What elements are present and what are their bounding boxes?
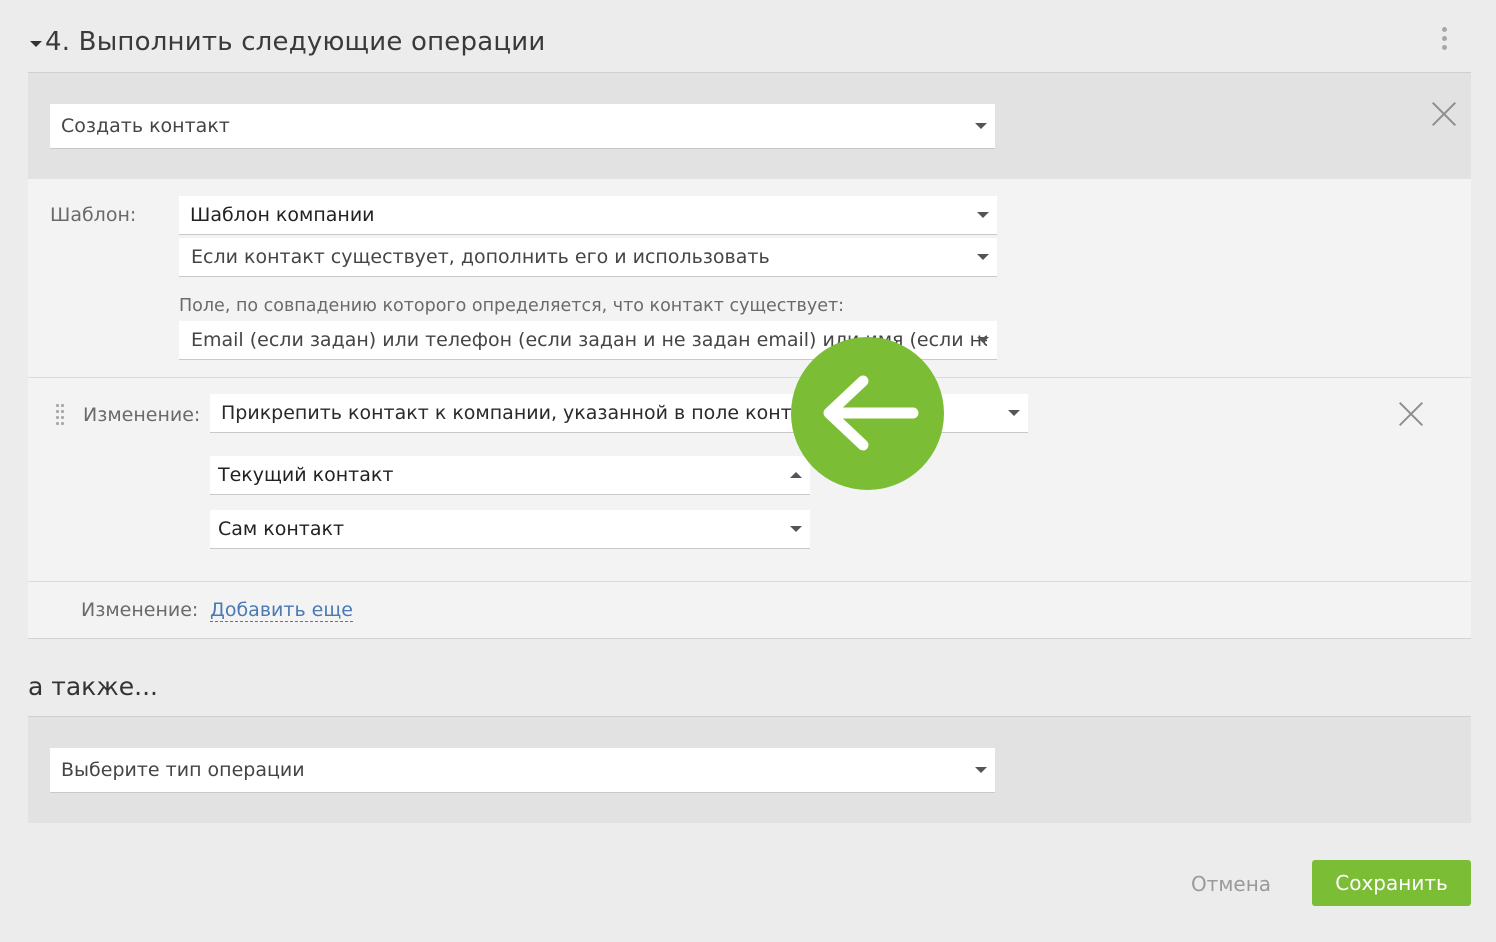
- operation-type-select-empty[interactable]: Выберите тип операции: [50, 748, 995, 793]
- template-select-value: Шаблон компании: [190, 204, 375, 226]
- remove-operation-close-icon[interactable]: [1431, 101, 1457, 127]
- current-contact-select[interactable]: Текущий контакт: [210, 456, 810, 495]
- chevron-down-icon: [975, 123, 987, 129]
- contact-target-value: Сам контакт: [218, 518, 345, 540]
- divider: [28, 377, 1471, 378]
- match-field-label: Поле, по совпадению которого определяетс…: [179, 296, 845, 316]
- back-arrow-circle: [791, 337, 944, 490]
- more-menu-icon[interactable]: [1437, 27, 1451, 55]
- chevron-down-icon: [1008, 410, 1020, 416]
- existing-contact-mode-value: Если контакт существует, дополнить его и…: [191, 246, 770, 268]
- chevron-down-icon: [977, 254, 989, 260]
- section-header: 4. Выполнить следующие операции: [28, 18, 1471, 73]
- chevron-down-icon: [977, 212, 989, 218]
- template-select[interactable]: Шаблон компании: [179, 196, 997, 235]
- chevron-down-icon: [975, 767, 987, 773]
- contact-target-select[interactable]: Сам контакт: [210, 510, 810, 549]
- operation-type-select[interactable]: Создать контакт: [50, 104, 995, 149]
- change-label: Изменение:: [83, 404, 201, 426]
- cancel-button[interactable]: Отмена: [1180, 866, 1282, 902]
- current-contact-value: Текущий контакт: [218, 464, 394, 486]
- divider: [28, 581, 1471, 582]
- save-button[interactable]: Сохранить: [1312, 860, 1471, 906]
- existing-contact-mode-select[interactable]: Если контакт существует, дополнить его и…: [179, 238, 997, 277]
- add-change-link[interactable]: Добавить еще: [210, 599, 353, 622]
- change-type-value: Прикрепить контакт к компании, указанной…: [221, 402, 838, 424]
- operation-type-value: Создать контакт: [61, 115, 230, 137]
- add-change-label: Изменение:: [81, 599, 199, 621]
- also-heading: а также...: [28, 672, 158, 701]
- arrow-left-icon: [823, 375, 919, 451]
- drag-handle-icon[interactable]: [56, 404, 66, 426]
- divider: [28, 638, 1471, 639]
- template-label: Шаблон:: [50, 204, 137, 226]
- section-title: 4. Выполнить следующие операции: [45, 27, 546, 57]
- chevron-down-icon: [977, 337, 989, 343]
- collapse-caret-icon[interactable]: [30, 41, 42, 47]
- remove-change-close-icon[interactable]: [1398, 401, 1424, 427]
- operation-type-placeholder: Выберите тип операции: [61, 759, 305, 781]
- chevron-down-icon: [790, 526, 802, 532]
